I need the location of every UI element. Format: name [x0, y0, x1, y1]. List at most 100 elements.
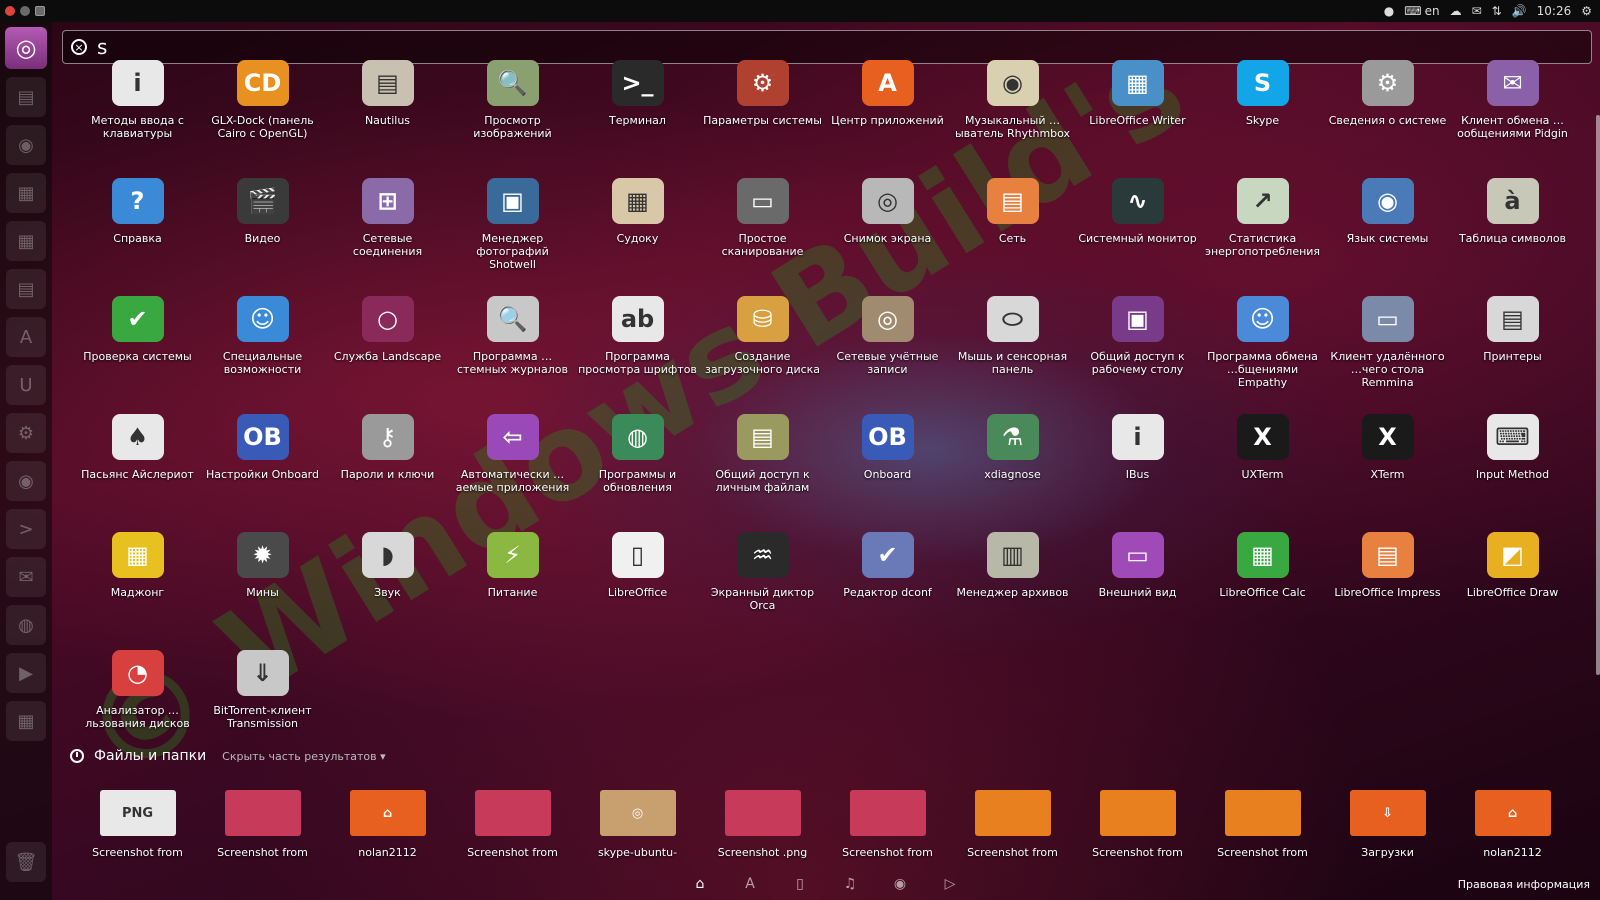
- app-launcher-tile[interactable]: ✹ Мины: [200, 532, 325, 642]
- launcher-item[interactable]: ▦: [6, 221, 46, 261]
- file-result-tile[interactable]: Screenshot from: [450, 790, 575, 870]
- session-gear-icon[interactable]: ⚙: [1581, 4, 1592, 18]
- app-launcher-tile[interactable]: i Методы ввода с клавиатуры: [75, 60, 200, 170]
- app-launcher-tile[interactable]: ◉ Язык системы: [1325, 178, 1450, 288]
- app-launcher-tile[interactable]: ◎ Снимок экрана: [825, 178, 950, 288]
- launcher-item[interactable]: ◉: [6, 125, 46, 165]
- app-launcher-tile[interactable]: S Skype: [1200, 60, 1325, 170]
- app-launcher-tile[interactable]: ♒ Экранный диктор Orca: [700, 532, 825, 642]
- app-launcher-tile[interactable]: ∿ Системный монитор: [1075, 178, 1200, 288]
- launcher-item[interactable]: U: [6, 365, 46, 405]
- photo-lens-icon[interactable]: ◉: [890, 876, 910, 892]
- app-launcher-tile[interactable]: A Центр приложений: [825, 60, 950, 170]
- file-result-tile[interactable]: Screenshot from: [1200, 790, 1325, 870]
- app-launcher-tile[interactable]: ? Справка: [75, 178, 200, 288]
- file-result-tile[interactable]: ⌂ nolan2112: [1450, 790, 1575, 870]
- launcher-item[interactable]: ◍: [6, 605, 46, 645]
- app-launcher-tile[interactable]: ab Программа просмотра шрифтов: [575, 296, 700, 406]
- app-launcher-tile[interactable]: ▦ LibreOffice Writer: [1075, 60, 1200, 170]
- app-launcher-tile[interactable]: ▣ Общий доступ к рабочему столу: [1075, 296, 1200, 406]
- app-launcher-tile[interactable]: ▭ Простое сканирование: [700, 178, 825, 288]
- app-launcher-tile[interactable]: ▦ LibreOffice Calc: [1200, 532, 1325, 642]
- launcher-item[interactable]: 🗑: [6, 842, 46, 882]
- app-launcher-tile[interactable]: ◗ Звук: [325, 532, 450, 642]
- scrollbar[interactable]: [1596, 115, 1600, 675]
- app-launcher-tile[interactable]: i IBus: [1075, 414, 1200, 524]
- app-launcher-tile[interactable]: ⌨ Input Method: [1450, 414, 1575, 524]
- app-launcher-tile[interactable]: ⇓ BitTorrent-клиент Transmission: [200, 650, 325, 760]
- app-launcher-tile[interactable]: ✔ Редактор dconf: [825, 532, 950, 642]
- app-launcher-tile[interactable]: ↗ Статистика энергопотребления: [1200, 178, 1325, 288]
- app-launcher-tile[interactable]: ⚷ Пароли и ключи: [325, 414, 450, 524]
- app-launcher-tile[interactable]: ▯ LibreOffice: [575, 532, 700, 642]
- app-launcher-tile[interactable]: ⚙ Параметры системы: [700, 60, 825, 170]
- launcher-item[interactable]: ▤: [6, 77, 46, 117]
- mail-icon[interactable]: ✉: [1472, 4, 1482, 18]
- app-launcher-tile[interactable]: >_ Терминал: [575, 60, 700, 170]
- file-result-tile[interactable]: PNG Screenshot from: [75, 790, 200, 870]
- app-launcher-tile[interactable]: ☺ Специальные возможности: [200, 296, 325, 406]
- app-launcher-tile[interactable]: 🔍 Программа …стемных журналов: [450, 296, 575, 406]
- app-launcher-tile[interactable]: ▦ Судоку: [575, 178, 700, 288]
- app-launcher-tile[interactable]: 🎬 Видео: [200, 178, 325, 288]
- keyboard-indicator[interactable]: ⌨ en: [1404, 4, 1439, 18]
- file-result-tile[interactable]: Screenshot .png: [700, 790, 825, 870]
- file-result-tile[interactable]: Screenshot from: [200, 790, 325, 870]
- app-launcher-tile[interactable]: ⚗ xdiagnose: [950, 414, 1075, 524]
- files-lens-icon[interactable]: ▯: [790, 876, 810, 892]
- app-launcher-tile[interactable]: ◔ Анализатор …льзования дисков: [75, 650, 200, 760]
- app-launcher-tile[interactable]: CD GLX-Dock (панель Cairo с OpenGL): [200, 60, 325, 170]
- file-result-tile[interactable]: Screenshot from: [825, 790, 950, 870]
- app-launcher-tile[interactable]: X XTerm: [1325, 414, 1450, 524]
- app-launcher-tile[interactable]: ✉ Клиент обмена …ообщениями Pidgin: [1450, 60, 1575, 170]
- video-lens-icon[interactable]: ▷: [940, 876, 960, 892]
- app-launcher-tile[interactable]: ▥ Менеджер архивов: [950, 532, 1075, 642]
- clock[interactable]: 10:26: [1537, 4, 1572, 18]
- search-input[interactable]: [97, 35, 1537, 59]
- app-launcher-tile[interactable]: ⊞ Сетевые соединения: [325, 178, 450, 288]
- app-launcher-tile[interactable]: ⬭ Мышь и сенсорная панель: [950, 296, 1075, 406]
- app-launcher-tile[interactable]: ▤ Сеть: [950, 178, 1075, 288]
- launcher-item[interactable]: ▦: [6, 173, 46, 213]
- launcher-item[interactable]: ▦: [6, 701, 46, 741]
- home-lens-icon[interactable]: ⌂: [690, 876, 710, 892]
- app-launcher-tile[interactable]: ○ Служба Landscape: [325, 296, 450, 406]
- app-launcher-tile[interactable]: ⚙ Сведения о системе: [1325, 60, 1450, 170]
- file-result-tile[interactable]: ⇩ Загрузки: [1325, 790, 1450, 870]
- app-launcher-tile[interactable]: OB Настройки Onboard: [200, 414, 325, 524]
- app-launcher-tile[interactable]: OB Onboard: [825, 414, 950, 524]
- app-launcher-tile[interactable]: X UXTerm: [1200, 414, 1325, 524]
- legal-notice-link[interactable]: Правовая информация: [1458, 878, 1590, 891]
- close-button[interactable]: [5, 6, 15, 16]
- launcher-item[interactable]: ▶: [6, 653, 46, 693]
- clear-search-icon[interactable]: ×: [71, 39, 87, 55]
- app-launcher-tile[interactable]: ▭ Внешний вид: [1075, 532, 1200, 642]
- app-launcher-tile[interactable]: ▦ Маджонг: [75, 532, 200, 642]
- app-launcher-tile[interactable]: ◍ Программы и обновления: [575, 414, 700, 524]
- volume-icon[interactable]: 🔊: [1512, 4, 1527, 18]
- app-launcher-tile[interactable]: ✔ Проверка системы: [75, 296, 200, 406]
- app-launcher-tile[interactable]: ♠ Пасьянс Айслериот: [75, 414, 200, 524]
- app-launcher-tile[interactable]: ▤ Принтеры: [1450, 296, 1575, 406]
- app-launcher-tile[interactable]: ☺ Программа обмена …бщениями Empathy: [1200, 296, 1325, 406]
- app-launcher-tile[interactable]: ⛁ Создание загрузочного диска: [700, 296, 825, 406]
- file-result-tile[interactable]: ⌂ nolan2112: [325, 790, 450, 870]
- app-launcher-tile[interactable]: 🔍 Просмотр изображений: [450, 60, 575, 170]
- apps-lens-icon[interactable]: A: [740, 876, 760, 892]
- network-icon[interactable]: ⇅: [1492, 4, 1502, 18]
- app-launcher-tile[interactable]: ⇦ Автоматически …аемые приложения: [450, 414, 575, 524]
- app-launcher-tile[interactable]: ◩ LibreOffice Draw: [1450, 532, 1575, 642]
- app-launcher-tile[interactable]: ▤ LibreOffice Impress: [1325, 532, 1450, 642]
- music-lens-icon[interactable]: ♫: [840, 876, 860, 892]
- app-launcher-tile[interactable]: à Таблица символов: [1450, 178, 1575, 288]
- app-launcher-tile[interactable]: ◉ Музыкальный …ыватель Rhythmbox: [950, 60, 1075, 170]
- app-launcher-tile[interactable]: ▭ Клиент удалённого …чего стола Remmina: [1325, 296, 1450, 406]
- minimize-button[interactable]: [20, 6, 30, 16]
- launcher-item[interactable]: >: [6, 509, 46, 549]
- toggle-results-button[interactable]: Скрыть часть результатов ▾: [222, 750, 385, 763]
- cloud-icon[interactable]: ☁: [1450, 4, 1462, 18]
- messaging-indicator-icon[interactable]: ●: [1384, 4, 1394, 18]
- app-launcher-tile[interactable]: ◎ Сетевые учётные записи: [825, 296, 950, 406]
- maximize-button[interactable]: [35, 6, 45, 16]
- app-launcher-tile[interactable]: ▣ Менеджер фотографий Shotwell: [450, 178, 575, 288]
